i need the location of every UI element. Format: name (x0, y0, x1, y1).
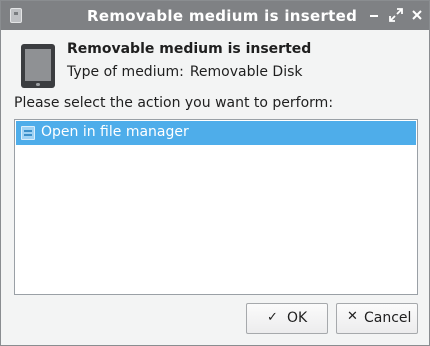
ok-button[interactable]: ✓ OK (246, 303, 328, 334)
checkmark-icon: ✓ (267, 310, 278, 325)
removable-device-icon (21, 44, 55, 88)
window-menu-icon[interactable] (10, 8, 22, 23)
title-bar[interactable]: Removable medium is inserted (1, 1, 429, 30)
maximize-icon[interactable] (387, 6, 405, 24)
file-manager-icon (21, 126, 35, 140)
dialog-window: Removable medium is inserted Removable m… (0, 0, 430, 346)
cancel-icon: ✕ (347, 309, 358, 324)
minimize-icon[interactable] (365, 6, 383, 24)
close-icon[interactable] (408, 6, 426, 24)
cancel-label: Cancel (364, 310, 412, 326)
list-item-label: Open in file manager (41, 124, 189, 140)
medium-type-row: Type of medium: Removable Disk (67, 64, 303, 80)
action-list[interactable]: Open in file manager (14, 119, 418, 295)
action-prompt: Please select the action you want to per… (14, 95, 334, 111)
list-item-open-file-manager[interactable]: Open in file manager (16, 121, 416, 145)
ok-label: OK (287, 310, 308, 326)
device-button (36, 83, 40, 86)
device-screen (25, 49, 51, 81)
window-title: Removable medium is inserted (87, 7, 358, 25)
cancel-button[interactable]: ✕ Cancel (336, 303, 418, 334)
medium-type-label: Type of medium: (67, 64, 184, 80)
medium-type-value: Removable Disk (189, 64, 303, 80)
dialog-content: Removable medium is inserted Type of med… (1, 30, 429, 345)
medium-title: Removable medium is inserted (67, 41, 312, 57)
